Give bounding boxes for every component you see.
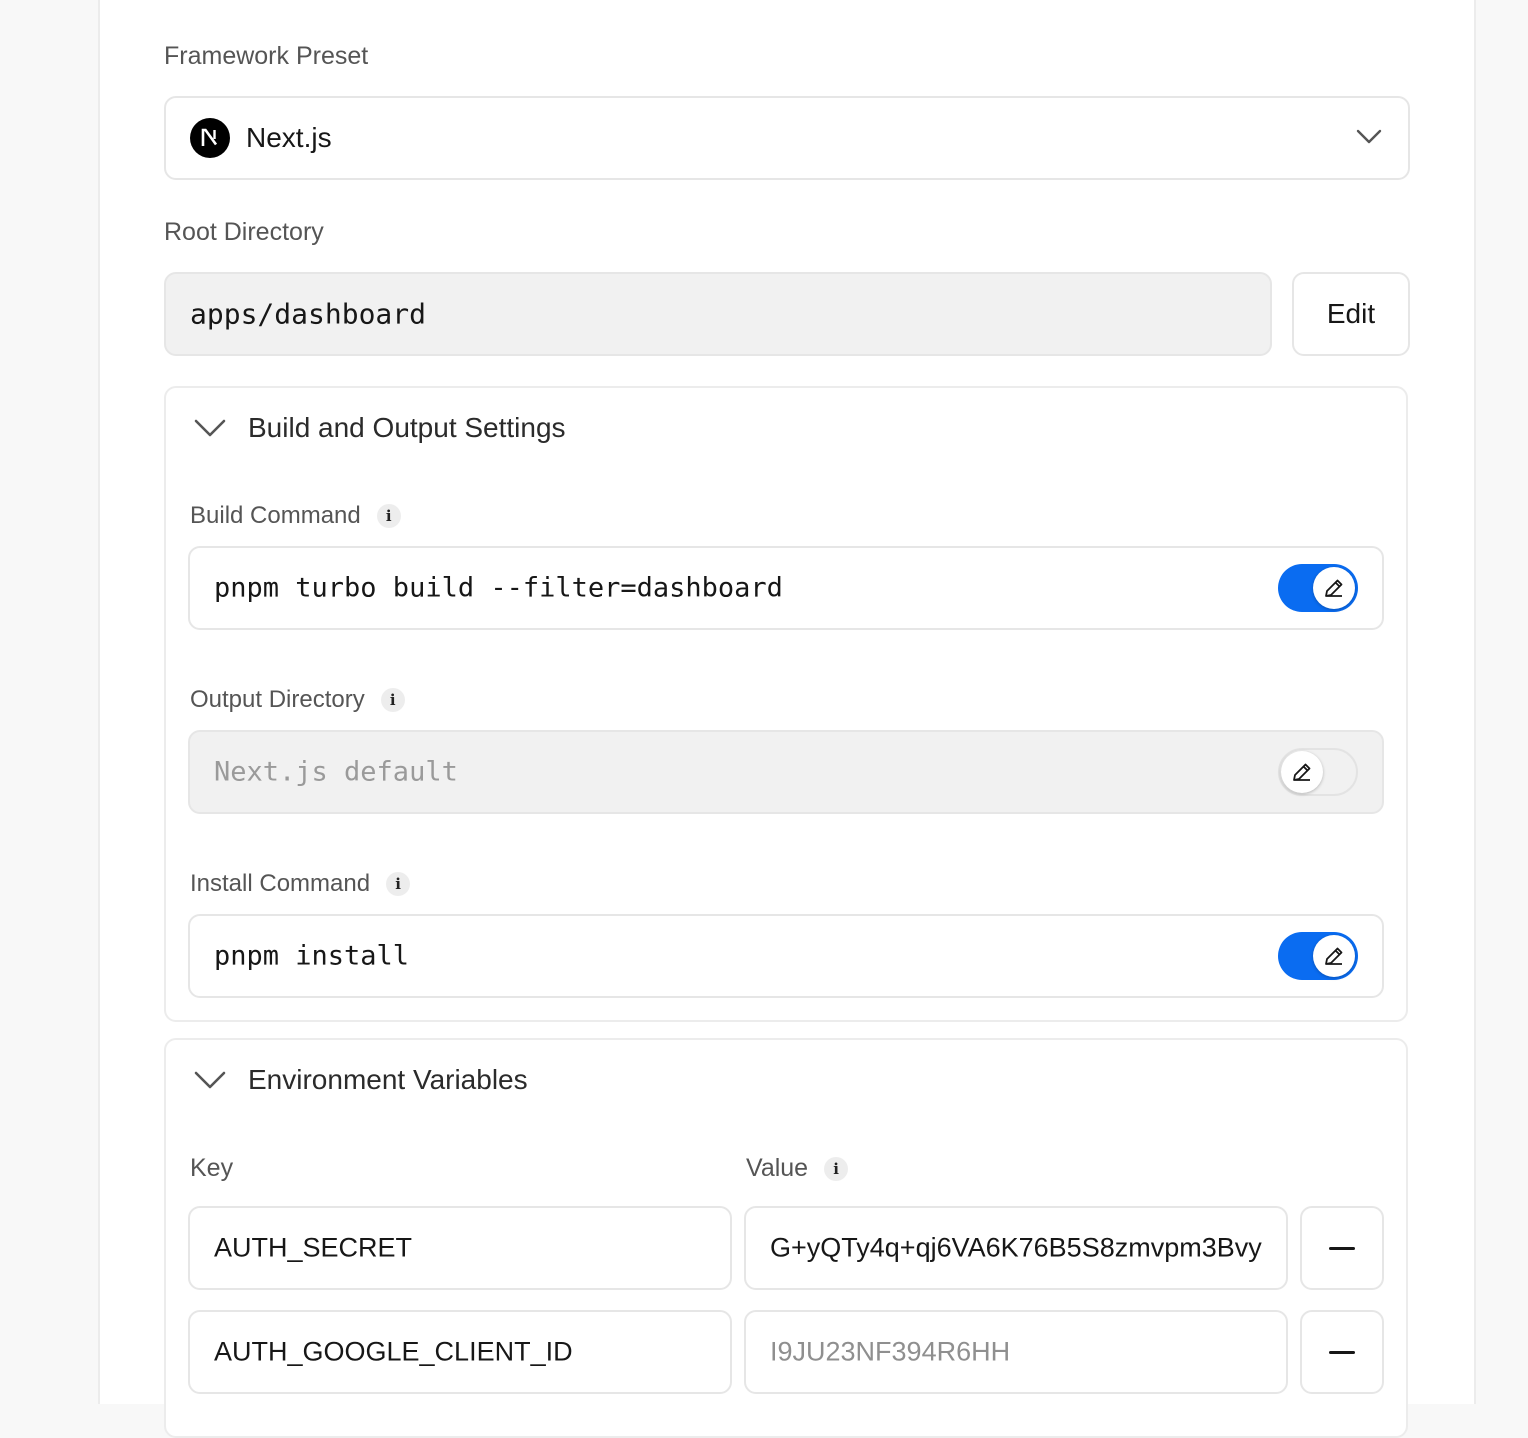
framework-selected-value: Next.js <box>246 122 332 153</box>
chevron-down-icon <box>194 1071 226 1089</box>
edit-root-directory-button[interactable]: Edit <box>1292 272 1410 356</box>
environment-variables-header[interactable]: Environment Variables <box>194 1064 528 1096</box>
build-command-label-row: Build Command i <box>190 502 401 530</box>
root-directory-value: apps/dashboard <box>190 297 427 331</box>
env-value-header: Value i <box>746 1154 849 1183</box>
root-directory-field: apps/dashboard <box>164 272 1272 356</box>
env-key-input[interactable]: AUTH_SECRET <box>188 1206 732 1290</box>
install-command-label-row: Install Command i <box>190 870 411 898</box>
nextjs-logo-icon <box>190 118 230 158</box>
build-command-label: Build Command <box>190 502 361 529</box>
info-icon[interactable]: i <box>376 504 401 528</box>
pencil-icon <box>1313 567 1355 609</box>
framework-preset-label: Framework Preset <box>164 42 369 70</box>
chevron-down-icon <box>1356 129 1382 144</box>
env-key-header-label: Key <box>190 1154 234 1182</box>
build-output-settings-card: Build and Output Settings Build Command … <box>164 386 1408 1022</box>
build-output-settings-title: Build and Output Settings <box>248 412 566 443</box>
build-command-field[interactable]: pnpm turbo build --filter=dashboard <box>188 546 1384 630</box>
install-command-label: Install Command <box>190 870 371 897</box>
build-command-value: pnpm turbo build --filter=dashboard <box>214 572 783 604</box>
env-key-value: AUTH_SECRET <box>214 1232 413 1263</box>
env-value-input[interactable]: I9JU23NF394R6HH <box>744 1310 1288 1394</box>
remove-env-button[interactable] <box>1300 1206 1384 1290</box>
env-value-value: I9JU23NF394R6HH <box>770 1336 1011 1367</box>
env-value-header-label: Value <box>746 1154 809 1182</box>
output-directory-label: Output Directory <box>190 686 365 713</box>
environment-variables-title: Environment Variables <box>248 1064 528 1095</box>
output-directory-label-row: Output Directory i <box>190 686 405 714</box>
env-value-input[interactable]: G+yQTy4q+qj6VA6K76B5S8zmvpm3Bvy <box>744 1206 1288 1290</box>
output-directory-placeholder: Next.js default <box>214 756 458 788</box>
install-command-override-toggle[interactable] <box>1278 932 1358 980</box>
build-command-override-toggle[interactable] <box>1278 564 1358 612</box>
minus-icon <box>1329 1350 1355 1354</box>
info-icon[interactable]: i <box>824 1156 849 1181</box>
install-command-field[interactable]: pnpm install <box>188 914 1384 998</box>
install-command-value: pnpm install <box>214 940 410 972</box>
info-icon[interactable]: i <box>386 872 411 896</box>
env-value-value: G+yQTy4q+qj6VA6K76B5S8zmvpm3Bvy <box>770 1232 1262 1263</box>
settings-panel: Framework Preset Next.js Root Directory … <box>98 0 1476 1438</box>
minus-icon <box>1329 1246 1355 1250</box>
env-key-header: Key <box>190 1154 233 1183</box>
pencil-icon <box>1313 935 1355 977</box>
env-key-input[interactable]: AUTH_GOOGLE_CLIENT_ID <box>188 1310 732 1394</box>
output-directory-override-toggle[interactable] <box>1278 748 1358 796</box>
env-key-value: AUTH_GOOGLE_CLIENT_ID <box>214 1336 573 1367</box>
output-directory-field: Next.js default <box>188 730 1384 814</box>
build-output-settings-header[interactable]: Build and Output Settings <box>194 412 566 444</box>
info-icon[interactable]: i <box>380 688 405 712</box>
root-directory-label: Root Directory <box>164 218 324 246</box>
remove-env-button[interactable] <box>1300 1310 1384 1394</box>
environment-variables-card: Environment Variables Key Value i AUTH_S… <box>164 1038 1408 1438</box>
framework-preset-select[interactable]: Next.js <box>164 96 1410 180</box>
chevron-down-icon <box>194 419 226 437</box>
pencil-icon <box>1281 751 1323 793</box>
